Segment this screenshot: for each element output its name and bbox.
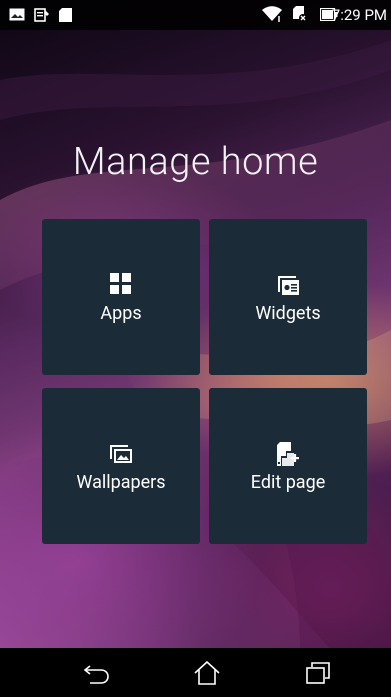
sd-card-icon: [59, 8, 72, 22]
edit-page-icon: [277, 442, 299, 466]
edit-page-tile-label: Edit page: [250, 472, 326, 493]
clipboard-notification-icon: [34, 8, 49, 22]
wifi-icon: [262, 6, 282, 22]
no-sim-icon: [293, 6, 307, 22]
home-manager-screen: 7:29 PM Manage home Apps Widgets Wallpap…: [0, 0, 391, 697]
back-icon: [84, 665, 109, 684]
wallpapers-tile-label: Wallpapers: [76, 472, 166, 493]
widgets-tile-label: Widgets: [255, 303, 321, 324]
apps-grid-icon: [110, 273, 131, 294]
navigation-bar: [0, 648, 391, 697]
home-button[interactable]: [185, 656, 229, 690]
wallpapers-icon: [110, 445, 132, 463]
home-icon: [194, 661, 220, 685]
edit-page-tile[interactable]: Edit page: [209, 388, 367, 544]
recents-icon: [306, 662, 330, 684]
recents-button[interactable]: [296, 656, 340, 690]
widgets-icon: [278, 276, 299, 295]
status-time: 7:29 PM: [331, 6, 387, 24]
status-bar: 7:29 PM: [0, 0, 391, 30]
apps-tile[interactable]: Apps: [42, 219, 200, 375]
wallpapers-tile[interactable]: Wallpapers: [42, 388, 200, 544]
page-title: Manage home: [72, 140, 319, 184]
back-button[interactable]: [75, 656, 119, 690]
image-notification-icon: [9, 8, 25, 21]
widgets-tile[interactable]: Widgets: [209, 219, 367, 375]
apps-tile-label: Apps: [100, 303, 142, 324]
